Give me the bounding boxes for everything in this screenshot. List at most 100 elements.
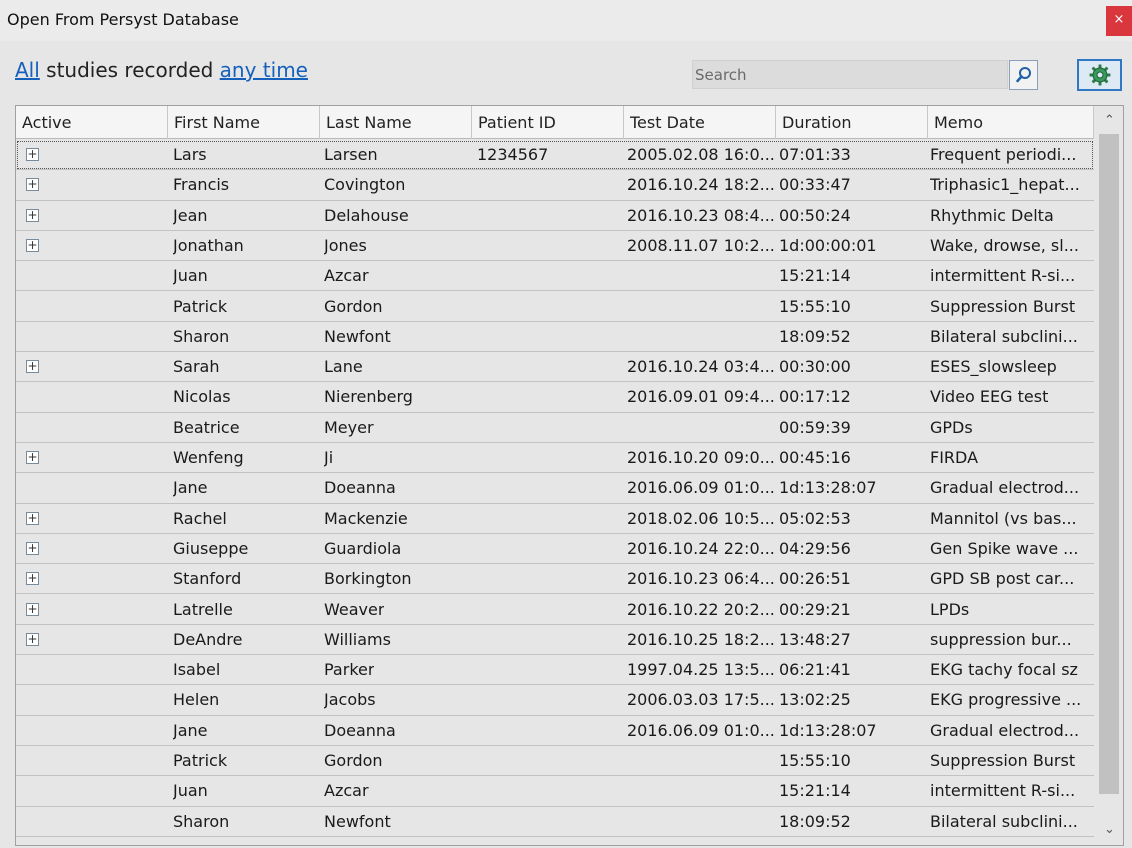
cell-date: 2016.10.25 18:2... bbox=[627, 629, 775, 649]
scroll-down-icon[interactable]: ⌄ bbox=[1096, 817, 1123, 843]
column-header-first-name[interactable]: First Name bbox=[168, 106, 320, 139]
table-row[interactable]: + Stanford Borkington 2016.10.23 06:4... 00:… bbox=[16, 564, 1094, 595]
cell-memo: LPDs bbox=[930, 599, 970, 619]
table-row[interactable]: + Latrelle Weaver 2016.10.22 20:2... 00:29:2… bbox=[16, 595, 1094, 625]
cell-first: Jane bbox=[173, 720, 208, 740]
expand-plus-icon[interactable]: + bbox=[26, 238, 39, 252]
table-row[interactable]: Juan Azcar 15:21:14 intermittent R-si... bbox=[16, 776, 1094, 807]
cell-duration: 18:09:52 bbox=[779, 811, 851, 831]
cell-first: Juan bbox=[173, 266, 208, 286]
cell-first: Latrelle bbox=[173, 599, 233, 619]
cell-duration: 00:29:21 bbox=[779, 599, 851, 619]
cell-duration: 13:48:27 bbox=[779, 629, 851, 649]
column-header-patient-id[interactable]: Patient ID bbox=[472, 106, 624, 139]
expand-plus-icon[interactable]: + bbox=[26, 208, 39, 222]
table-row[interactable]: Nicolas Nierenberg 2016.09.01 09:4... 00:17… bbox=[16, 382, 1094, 413]
search-icon bbox=[1015, 67, 1031, 83]
cell-memo: Suppression Burst bbox=[930, 751, 1076, 770]
cell-memo: Bilateral subclini... bbox=[930, 326, 1078, 346]
table-row[interactable]: Sharon Newfont 18:09:52 Bilateral subclini.… bbox=[16, 322, 1094, 353]
cell-memo: Suppression Burst bbox=[930, 296, 1076, 316]
table-row[interactable]: Sharon Newfont 18:09:52 Bilateral subclini.… bbox=[16, 807, 1094, 837]
cell-duration: 00:17:12 bbox=[779, 387, 851, 407]
cell-duration: 15:21:14 bbox=[779, 781, 851, 801]
expand-plus-icon[interactable]: + bbox=[26, 178, 39, 192]
expand-plus-icon[interactable]: + bbox=[26, 148, 39, 161]
table-row[interactable]: + Lars Larsen 1234567 2005.02.08 16:0... 07:0… bbox=[16, 140, 1094, 171]
cell-memo: Gradual electrod... bbox=[930, 478, 1080, 498]
cell-last: Guardiola bbox=[324, 538, 402, 558]
cell-first: Helen bbox=[173, 690, 220, 710]
expand-plus-icon[interactable]: + bbox=[26, 451, 39, 464]
window-title: Open From Persyst Database bbox=[7, 10, 239, 29]
cell-date: 2016.06.09 01:0... bbox=[627, 720, 775, 740]
cell-first: Isabel bbox=[173, 660, 221, 680]
column-header-memo[interactable]: Memo bbox=[928, 106, 1094, 139]
cell-date: 2016.10.24 18:2... bbox=[627, 175, 775, 195]
cell-last: Doeanna bbox=[324, 720, 396, 740]
cell-first: Giuseppe bbox=[173, 538, 249, 558]
search-button[interactable] bbox=[1009, 60, 1038, 90]
table-row[interactable]: + Jean Delahouse 2016.10.23 08:4... 00:50:24… bbox=[16, 201, 1094, 231]
cell-first: Jane bbox=[173, 478, 208, 498]
table-row[interactable]: Patrick Gordon 15:55:10 Suppression Burst bbox=[16, 292, 1094, 322]
table-row[interactable]: + Rachel Mackenzie 2018.02.06 10:5... 05:02:… bbox=[16, 504, 1094, 534]
close-button[interactable]: × bbox=[1106, 6, 1132, 36]
cell-date: 2016.10.23 08:4... bbox=[627, 205, 775, 225]
cell-memo: Wake, drowse, sl... bbox=[930, 235, 1079, 255]
table-row[interactable]: Juan Azcar 15:21:14 intermittent R-si... bbox=[16, 261, 1094, 292]
cell-date: 2006.03.03 17:5... bbox=[627, 690, 775, 710]
table-row[interactable]: Isabel Parker 1997.04.25 13:5... 06:21:41 EK… bbox=[16, 655, 1094, 686]
expand-plus-icon[interactable]: + bbox=[26, 360, 39, 374]
cell-date: 2016.10.23 06:4... bbox=[627, 569, 775, 589]
cell-memo: Rhythmic Delta bbox=[930, 205, 1054, 225]
cell-memo: Gen Spike wave ... bbox=[930, 538, 1079, 558]
title-bar: Open From Persyst Database × bbox=[0, 0, 1132, 41]
search-input[interactable] bbox=[692, 60, 1008, 89]
table-row[interactable]: + Wenfeng Ji 2016.10.20 09:0... 00:45:16 FIRD… bbox=[16, 443, 1094, 474]
cell-first: Sarah bbox=[173, 357, 220, 377]
expand-plus-icon[interactable]: + bbox=[26, 602, 39, 616]
cell-last: Azcar bbox=[324, 781, 369, 801]
table-row[interactable]: + Francis Covington 2016.10.24 18:2... 00:33… bbox=[16, 170, 1094, 201]
table-row[interactable]: Jane Doeanna 2016.06.09 01:0... 1d:13:28:07… bbox=[16, 716, 1094, 746]
column-header-active[interactable]: Active bbox=[16, 106, 168, 139]
cell-date: 2016.06.09 01:0... bbox=[627, 478, 775, 498]
cell-duration: 00:59:39 bbox=[779, 417, 851, 437]
column-header-duration[interactable]: Duration bbox=[776, 106, 928, 139]
cell-date: 2016.10.22 20:2... bbox=[627, 599, 775, 619]
cell-date: 1997.04.25 13:5... bbox=[627, 660, 775, 680]
cell-memo: Gradual electrod... bbox=[930, 720, 1080, 740]
table-row[interactable]: + DeAndre Williams 2016.10.25 18:2... 13:48:… bbox=[16, 625, 1094, 656]
cell-date: 2018.02.06 10:5... bbox=[627, 508, 775, 528]
cell-duration: 13:02:25 bbox=[779, 690, 851, 710]
expand-plus-icon[interactable]: + bbox=[26, 541, 39, 555]
cell-duration: 04:29:56 bbox=[779, 538, 851, 558]
scroll-up-icon[interactable]: ⌃ bbox=[1096, 108, 1123, 134]
cell-memo: GPD SB post car... bbox=[930, 569, 1075, 589]
expand-plus-icon[interactable]: + bbox=[26, 511, 39, 525]
all-studies-link[interactable]: All bbox=[15, 58, 40, 82]
table-row[interactable]: + Jonathan Jones 2008.11.07 10:2... 1d:00:00… bbox=[16, 231, 1094, 262]
column-header-test-date[interactable]: Test Date bbox=[624, 106, 776, 139]
table-row[interactable]: Helen Jacobs 2006.03.03 17:5... 13:02:25 EKG… bbox=[16, 685, 1094, 716]
vertical-scrollbar[interactable]: ⌃ ⌄ bbox=[1096, 106, 1123, 845]
cell-duration: 1d:13:28:07 bbox=[779, 720, 877, 740]
cell-first: Juan bbox=[173, 781, 208, 801]
expand-plus-icon[interactable]: + bbox=[26, 572, 39, 586]
cell-first: Patrick bbox=[173, 751, 228, 770]
cell-first: Wenfeng bbox=[173, 448, 244, 467]
table-row[interactable]: Beatrice Meyer 00:59:39 GPDs bbox=[16, 413, 1094, 443]
cell-last: Newfont bbox=[324, 326, 391, 346]
any-time-link[interactable]: any time bbox=[220, 58, 308, 82]
expand-plus-icon[interactable]: + bbox=[26, 632, 39, 646]
table-row[interactable]: Jane Doeanna 2016.06.09 01:0... 1d:13:28:07… bbox=[16, 473, 1094, 504]
cell-duration: 15:55:10 bbox=[779, 751, 851, 770]
table-row[interactable]: Patrick Gordon 15:55:10 Suppression Burst bbox=[16, 746, 1094, 777]
table-row[interactable]: + Sarah Lane 2016.10.24 03:4... 00:30:00 ESES… bbox=[16, 352, 1094, 383]
column-header-last-name[interactable]: Last Name bbox=[320, 106, 472, 139]
settings-button[interactable] bbox=[1077, 59, 1122, 91]
table-row[interactable]: + Giuseppe Guardiola 2016.10.24 22:0... 04:2… bbox=[16, 534, 1094, 565]
scroll-thumb[interactable] bbox=[1099, 134, 1119, 794]
cell-date: 2005.02.08 16:0... bbox=[627, 145, 775, 164]
